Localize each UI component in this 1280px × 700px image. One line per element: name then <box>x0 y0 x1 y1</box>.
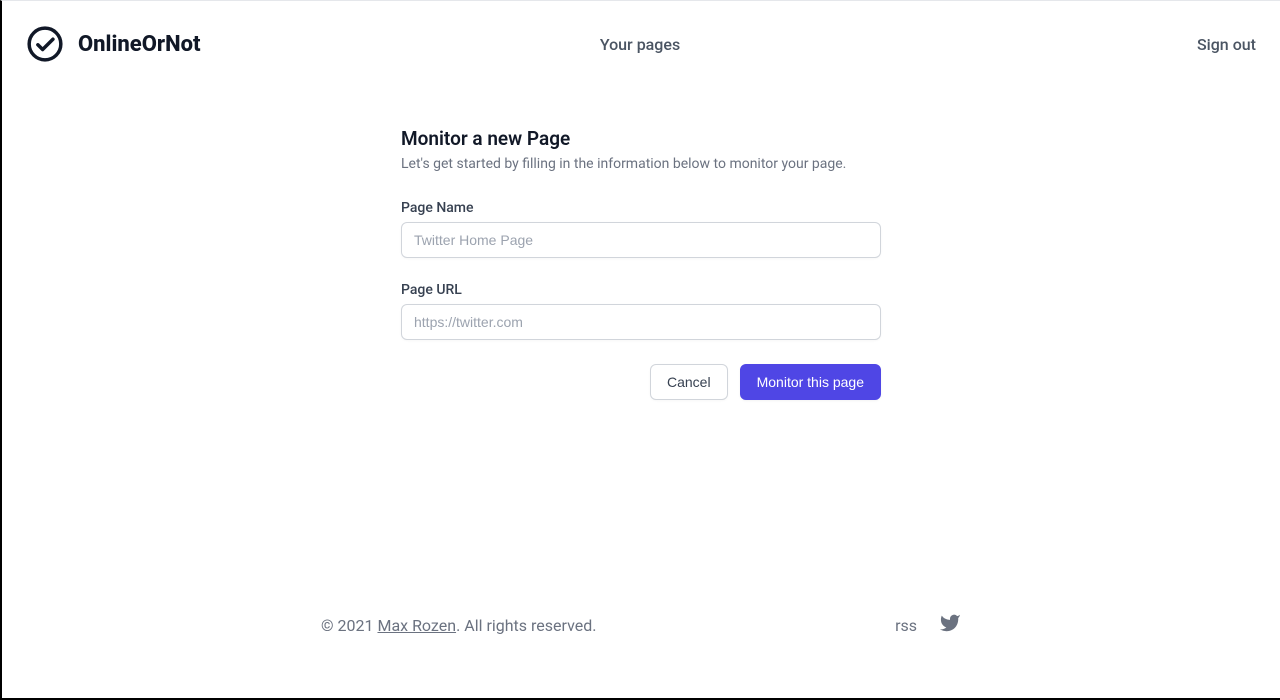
form-title: Monitor a new Page <box>401 127 881 150</box>
form-subtitle: Let's get started by filling in the info… <box>401 156 881 172</box>
header-nav: Your pages <box>600 35 680 54</box>
footer-copyright: © 2021 Max Rozen. All rights reserved. <box>321 616 596 635</box>
monitor-button[interactable]: Monitor this page <box>740 364 881 400</box>
page-name-input[interactable] <box>401 222 881 258</box>
header-left: OnlineOrNot <box>26 25 201 63</box>
footer-links: rss <box>895 612 961 638</box>
footer-inner: © 2021 Max Rozen. All rights reserved. r… <box>321 612 961 638</box>
sign-out-link[interactable]: Sign out <box>1197 35 1256 54</box>
page-name-group: Page Name <box>401 200 881 258</box>
copyright-suffix: . All rights reserved. <box>456 616 596 635</box>
rss-link[interactable]: rss <box>895 616 917 635</box>
header-right: Sign out <box>1197 35 1256 54</box>
page-url-input[interactable] <box>401 304 881 340</box>
monitor-form: Monitor a new Page Let's get started by … <box>401 127 881 584</box>
footer: © 2021 Max Rozen. All rights reserved. r… <box>2 584 1280 698</box>
twitter-icon[interactable] <box>939 612 961 638</box>
button-row: Cancel Monitor this page <box>401 364 881 400</box>
page-name-label: Page Name <box>401 200 881 216</box>
copyright-prefix: © 2021 <box>321 616 377 635</box>
main: Monitor a new Page Let's get started by … <box>2 87 1280 584</box>
page-url-label: Page URL <box>401 282 881 298</box>
header: OnlineOrNot Your pages Sign out <box>2 1 1280 87</box>
page-url-group: Page URL <box>401 282 881 340</box>
cancel-button[interactable]: Cancel <box>650 364 728 400</box>
check-circle-icon <box>26 25 64 63</box>
author-link[interactable]: Max Rozen <box>377 616 456 635</box>
brand-name: OnlineOrNot <box>78 32 201 57</box>
nav-your-pages[interactable]: Your pages <box>600 35 680 54</box>
